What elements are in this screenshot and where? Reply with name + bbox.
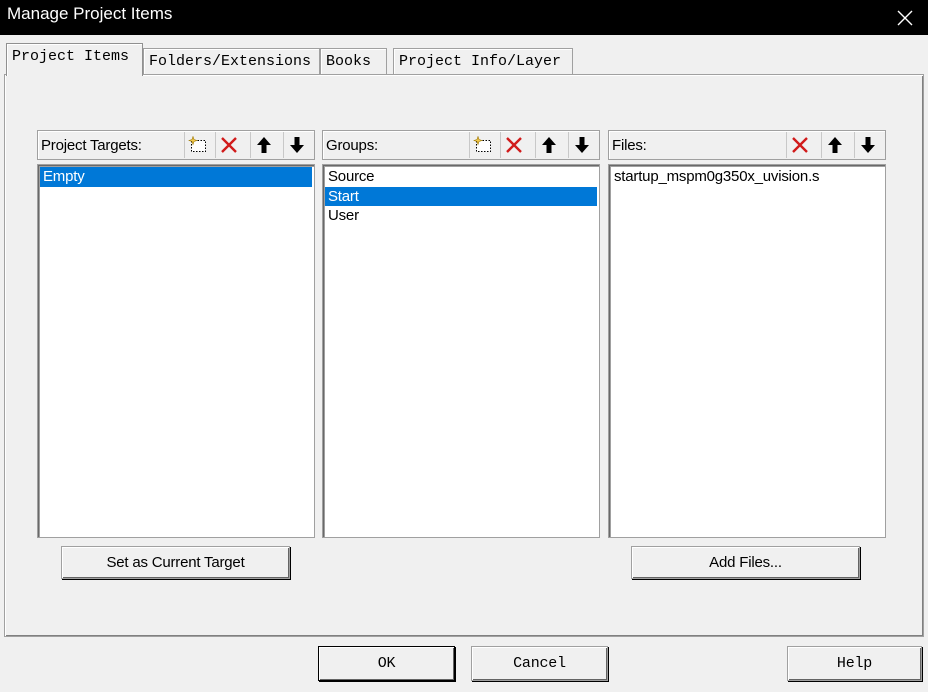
move-down-icon	[861, 137, 875, 153]
move-target-up-button[interactable]	[250, 132, 277, 158]
files-list[interactable]: startup_mspm0g350x_uvision.s	[608, 164, 886, 538]
tab-label: Books	[326, 53, 372, 70]
list-item[interactable]: Start	[325, 186, 597, 206]
delete-icon	[792, 137, 808, 153]
groups-header: Groups:	[322, 130, 600, 160]
new-target-button[interactable]	[184, 132, 211, 158]
help-button[interactable]: Help	[787, 646, 922, 681]
list-item[interactable]: User	[325, 206, 597, 226]
title-bar: Manage Project Items	[0, 0, 928, 35]
move-group-down-button[interactable]	[568, 132, 595, 158]
files-label: Files:	[612, 137, 647, 154]
move-file-down-button[interactable]	[854, 132, 881, 158]
delete-group-button[interactable]	[500, 132, 527, 158]
window-title: Manage Project Items	[7, 4, 173, 23]
move-up-icon	[542, 137, 556, 153]
delete-icon	[506, 137, 522, 153]
targets-list[interactable]: Empty	[37, 164, 315, 538]
move-target-down-button[interactable]	[283, 132, 310, 158]
targets-header: Project Targets:	[37, 130, 315, 160]
files-header: Files:	[608, 130, 886, 160]
tab-project-info-layer[interactable]: Project Info/Layer	[393, 48, 573, 75]
cancel-button[interactable]: Cancel	[471, 646, 608, 681]
move-down-icon	[290, 137, 304, 153]
list-item[interactable]: Empty	[40, 167, 312, 187]
move-group-up-button[interactable]	[535, 132, 562, 158]
new-item-icon	[473, 136, 491, 152]
tab-label: Folders/Extensions	[149, 53, 312, 70]
targets-label: Project Targets:	[41, 137, 142, 154]
groups-list[interactable]: Source Start User	[322, 164, 600, 538]
groups-label: Groups:	[326, 137, 378, 154]
add-files-button[interactable]: Add Files...	[631, 546, 860, 579]
move-file-up-button[interactable]	[821, 132, 848, 158]
tab-folders-extensions[interactable]: Folders/Extensions	[143, 48, 320, 75]
close-button[interactable]	[882, 0, 928, 35]
move-up-icon	[257, 137, 271, 153]
delete-icon	[221, 137, 237, 153]
tab-project-items[interactable]: Project Items	[6, 43, 143, 76]
ok-button[interactable]: OK	[318, 646, 455, 681]
move-down-icon	[575, 137, 589, 153]
list-item[interactable]: Source	[325, 167, 597, 187]
tab-books[interactable]: Books	[320, 48, 387, 75]
move-up-icon	[828, 137, 842, 153]
delete-file-button[interactable]	[786, 132, 813, 158]
tab-label: Project Items	[12, 48, 130, 65]
list-item[interactable]: startup_mspm0g350x_uvision.s	[611, 167, 883, 187]
delete-target-button[interactable]	[215, 132, 242, 158]
set-current-target-button[interactable]: Set as Current Target	[61, 546, 290, 579]
new-item-icon	[188, 136, 206, 152]
tab-label: Project Info/Layer	[399, 53, 562, 70]
close-icon	[897, 10, 913, 25]
new-group-button[interactable]	[469, 132, 496, 158]
